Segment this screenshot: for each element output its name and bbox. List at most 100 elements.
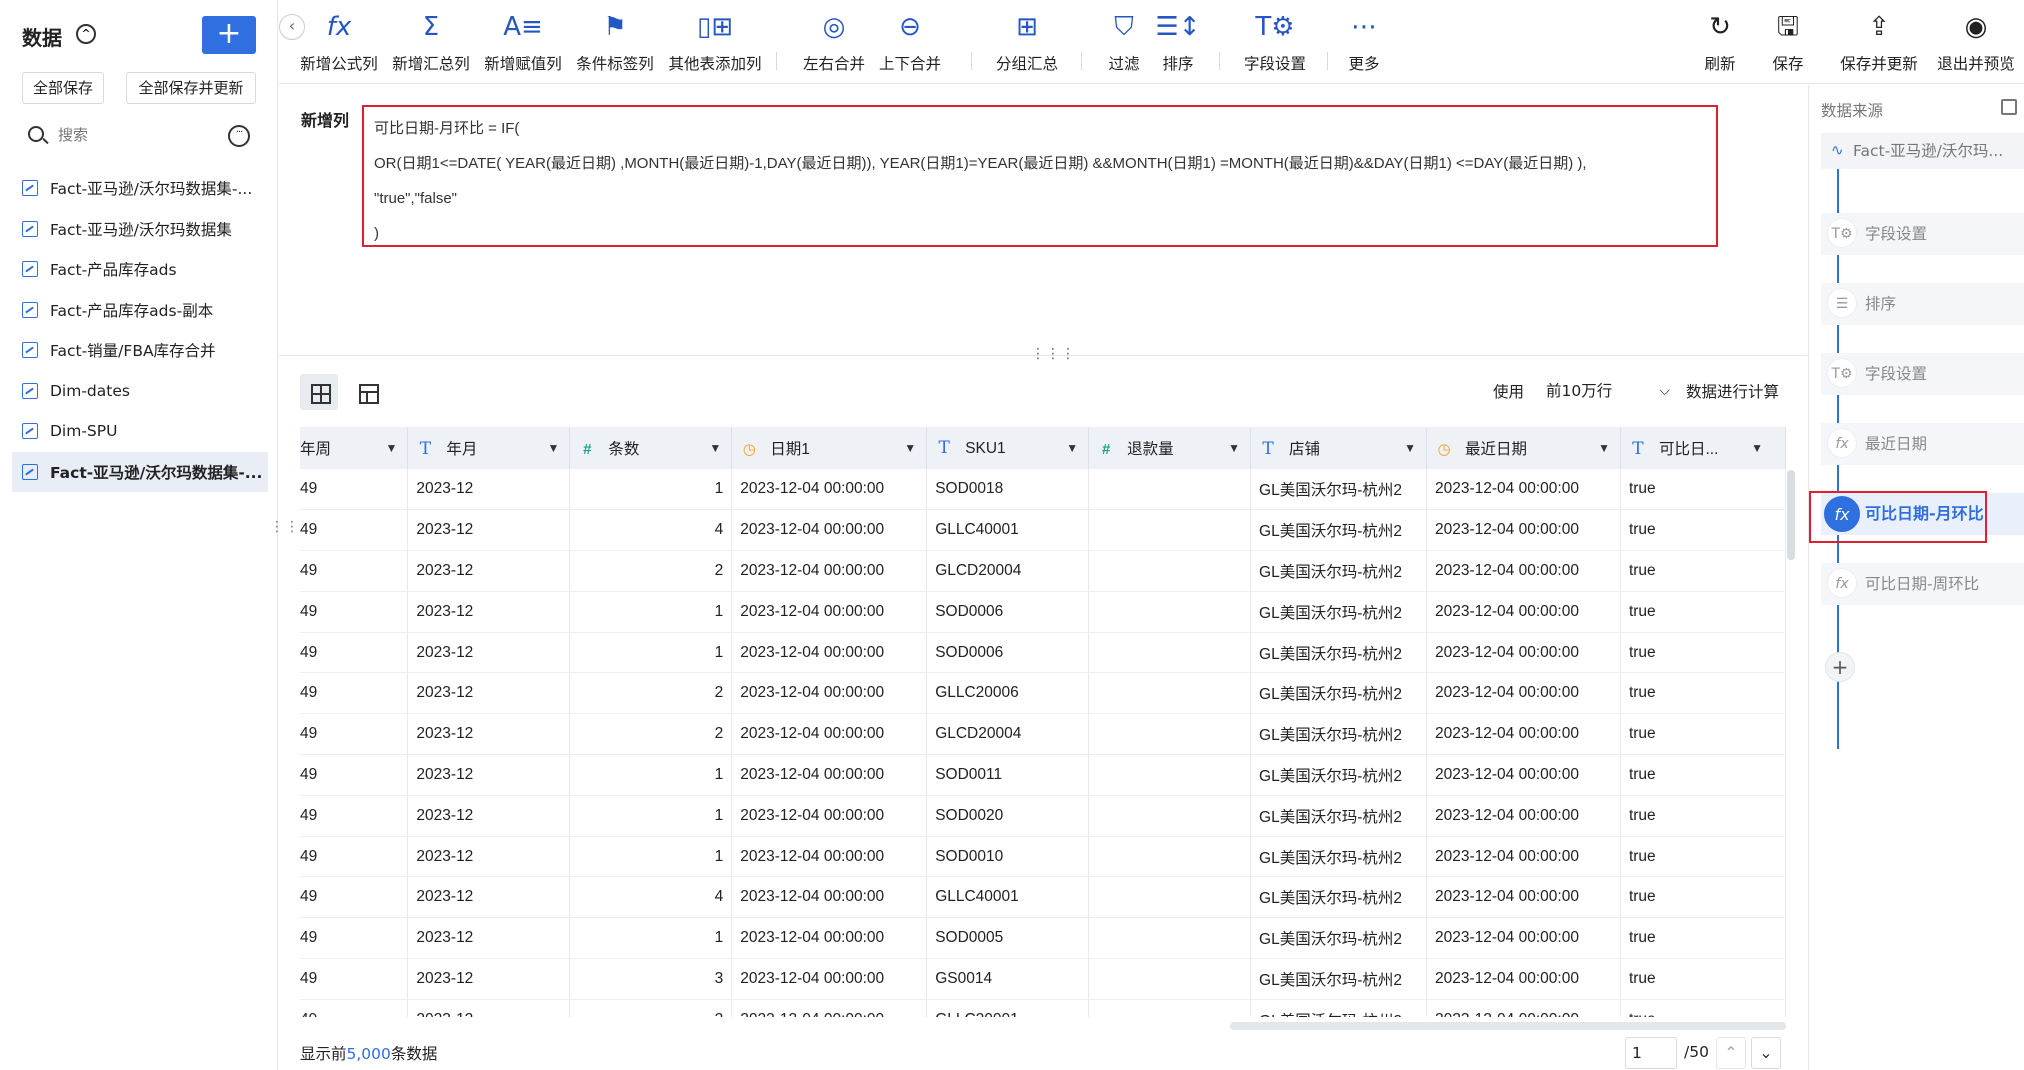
table-cell[interactable]: 2023-12-04 00:00:00 — [731, 917, 928, 960]
table-cell[interactable]: 49 — [300, 836, 409, 878]
field-settings-button[interactable]: T⚙ 字段设置 — [1235, 10, 1315, 76]
table-cell[interactable]: 2 — [569, 550, 733, 592]
table-cell[interactable]: 2 — [569, 999, 733, 1017]
collapse-panel-icon[interactable] — [2001, 99, 2017, 115]
dropdown-arrow-icon[interactable]: ▼ — [1066, 441, 1078, 455]
formula-input[interactable]: 可比日期-月环比 = IF( OR(日期1<=DATE( YEAR(最近日期) … — [362, 105, 1718, 247]
column-header[interactable]: T 年月 ▼ — [407, 427, 571, 469]
table-cell[interactable]: GL美国沃尔玛-杭州2 — [1250, 958, 1428, 1000]
table-cell[interactable] — [1088, 469, 1252, 511]
table-cell[interactable]: GL美国沃尔玛-杭州2 — [1250, 754, 1428, 796]
table-cell[interactable]: 49 — [300, 672, 409, 715]
table-cell[interactable]: 49 — [300, 632, 409, 674]
table-cell[interactable]: true — [1620, 754, 1786, 796]
table-cell[interactable]: 2023-12-04 00:00:00 — [731, 754, 928, 796]
table-cell[interactable] — [1088, 795, 1252, 837]
sidebar-item[interactable]: Fact-亚马逊/沃尔玛数据集 — [12, 209, 268, 250]
table-cell[interactable]: 1 — [569, 917, 733, 960]
table-cell[interactable]: GL美国沃尔玛-杭州2 — [1250, 672, 1428, 715]
table-cell[interactable] — [1088, 509, 1252, 552]
add-summary-column-button[interactable]: Σ 新增汇总列 — [391, 10, 471, 76]
table-cell[interactable]: 2023-12-04 00:00:00 — [1426, 469, 1621, 511]
table-cell[interactable]: 2023-12-04 00:00:00 — [1426, 713, 1621, 756]
table-row[interactable]: 49 2023-12 1 2023-12-04 00:00:00 SOD0018 GL美国… — [300, 469, 1786, 511]
table-cell[interactable]: 1 — [569, 836, 733, 878]
table-cell[interactable]: GL美国沃尔玛-杭州2 — [1250, 469, 1428, 511]
table-cell[interactable]: GLCD20004 — [926, 550, 1090, 592]
table-cell[interactable]: 49 — [300, 958, 409, 1000]
table-cell[interactable]: GL美国沃尔玛-杭州2 — [1250, 632, 1428, 674]
sidebar-item-active[interactable]: Fact-亚马逊/沃尔玛数据集-... — [12, 451, 268, 492]
table-row[interactable]: 49 2023-12 1 2023-12-04 00:00:00 SOD0006 GL美国… — [300, 591, 1786, 633]
table-cell[interactable]: 2023-12-04 00:00:00 — [731, 958, 928, 1000]
table-row[interactable]: 49 2023-12 2 2023-12-04 00:00:00 GLCD20004 GL… — [300, 550, 1786, 592]
table-row[interactable]: 49 2023-12 2 2023-12-04 00:00:00 GLLC20006 GL… — [300, 672, 1786, 715]
table-cell[interactable]: true — [1620, 632, 1786, 674]
table-row[interactable]: 49 2023-12 3 2023-12-04 00:00:00 GS0014 GL美国沃… — [300, 958, 1786, 1000]
table-cell[interactable]: SOD0018 — [926, 469, 1090, 511]
table-cell[interactable]: 1 — [569, 469, 733, 511]
search-input[interactable] — [58, 122, 208, 148]
sidebar-item[interactable]: Dim-dates — [12, 371, 268, 412]
table-row[interactable]: 49 2023-12 4 2023-12-04 00:00:00 GLLC40001 GL… — [300, 509, 1786, 552]
table-cell[interactable]: 49 — [300, 591, 409, 633]
table-cell[interactable]: 49 — [300, 795, 409, 837]
grid-view-icon[interactable] — [300, 374, 338, 410]
table-cell[interactable]: 4 — [569, 509, 733, 552]
table-cell[interactable]: GL美国沃尔玛-杭州2 — [1250, 509, 1428, 552]
table-cell[interactable]: 49 — [300, 917, 409, 960]
merge-left-right-button[interactable]: ◎ 左右合并 — [799, 10, 869, 76]
column-header[interactable]: ◷ 日期1 ▼ — [731, 427, 928, 469]
step-item[interactable]: fx 可比日期-周环比 — [1821, 563, 2024, 605]
table-cell[interactable]: 2023-12 — [407, 469, 571, 511]
table-cell[interactable]: 2023-12-04 00:00:00 — [1426, 795, 1621, 837]
table-cell[interactable]: true — [1620, 550, 1786, 592]
table-cell[interactable] — [1088, 591, 1252, 633]
step-item[interactable]: ☰ 排序 — [1821, 283, 2024, 325]
table-cell[interactable]: true — [1620, 509, 1786, 552]
table-cell[interactable]: 2023-12-04 00:00:00 — [1426, 876, 1621, 919]
table-cell[interactable]: SOD0006 — [926, 632, 1090, 674]
table-cell[interactable]: 2023-12-04 00:00:00 — [731, 999, 928, 1017]
table-cell[interactable]: SOD0011 — [926, 754, 1090, 796]
table-cell[interactable] — [1088, 754, 1252, 796]
table-cell[interactable]: GS0014 — [926, 958, 1090, 1000]
table-cell[interactable]: 1 — [569, 754, 733, 796]
table-cell[interactable]: 2 — [569, 713, 733, 756]
sidebar-item[interactable]: Fact-产品库存ads — [12, 249, 268, 290]
table-cell[interactable]: 2023-12-04 00:00:00 — [1426, 754, 1621, 796]
sidebar-item[interactable]: Fact-销量/FBA库存合并 — [12, 330, 268, 371]
table-cell[interactable]: 49 — [300, 876, 409, 919]
save-and-update-button[interactable]: ⇪ 保存并更新 — [1837, 10, 1921, 76]
table-cell[interactable]: 2023-12-04 00:00:00 — [731, 469, 928, 511]
refresh-button[interactable]: ↻ 刷新 — [1695, 10, 1745, 76]
more-options-icon[interactable]: ··· — [228, 125, 250, 147]
column-header[interactable]: T SKU1 ▼ — [926, 427, 1090, 469]
table-cell[interactable]: GL美国沃尔玛-杭州2 — [1250, 917, 1428, 960]
table-row[interactable]: 49 2023-12 1 2023-12-04 00:00:00 SOD0005 GL美国… — [300, 917, 1786, 960]
dropdown-arrow-icon[interactable]: ▼ — [1228, 441, 1240, 455]
table-cell[interactable]: 2023-12-04 00:00:00 — [731, 632, 928, 674]
table-cell[interactable] — [1088, 917, 1252, 960]
table-cell[interactable]: 2023-12-04 00:00:00 — [731, 591, 928, 633]
table-row[interactable]: 49 2023-12 1 2023-12-04 00:00:00 SOD0010 GL美国… — [300, 836, 1786, 878]
table-cell[interactable]: GLLC40001 — [926, 876, 1090, 919]
table-cell[interactable]: 49 — [300, 713, 409, 756]
table-cell[interactable]: 2023-12 — [407, 876, 571, 919]
table-cell[interactable]: GL美国沃尔玛-杭州2 — [1250, 795, 1428, 837]
table-cell[interactable]: 2023-12-04 00:00:00 — [1426, 958, 1621, 1000]
add-assign-column-button[interactable]: A≡ 新增赋值列 — [483, 10, 563, 76]
table-cell[interactable]: true — [1620, 713, 1786, 756]
page-number-input[interactable]: 1 — [1625, 1037, 1677, 1069]
table-cell[interactable]: 2023-12-04 00:00:00 — [1426, 917, 1621, 960]
table-cell[interactable]: true — [1620, 469, 1786, 511]
table-cell[interactable]: 49 — [300, 754, 409, 796]
table-cell[interactable]: 2023-12-04 00:00:00 — [731, 672, 928, 715]
table-cell[interactable]: GL美国沃尔玛-杭州2 — [1250, 836, 1428, 878]
table-cell[interactable]: 2023-12-04 00:00:00 — [731, 713, 928, 756]
table-cell[interactable]: 2023-12 — [407, 591, 571, 633]
table-cell[interactable]: SOD0010 — [926, 836, 1090, 878]
table-cell[interactable]: GL美国沃尔玛-杭州2 — [1250, 999, 1428, 1017]
save-all-button[interactable]: 全部保存 — [22, 72, 104, 104]
step-item-active[interactable]: fx 可比日期-月环比 — [1821, 493, 2024, 535]
